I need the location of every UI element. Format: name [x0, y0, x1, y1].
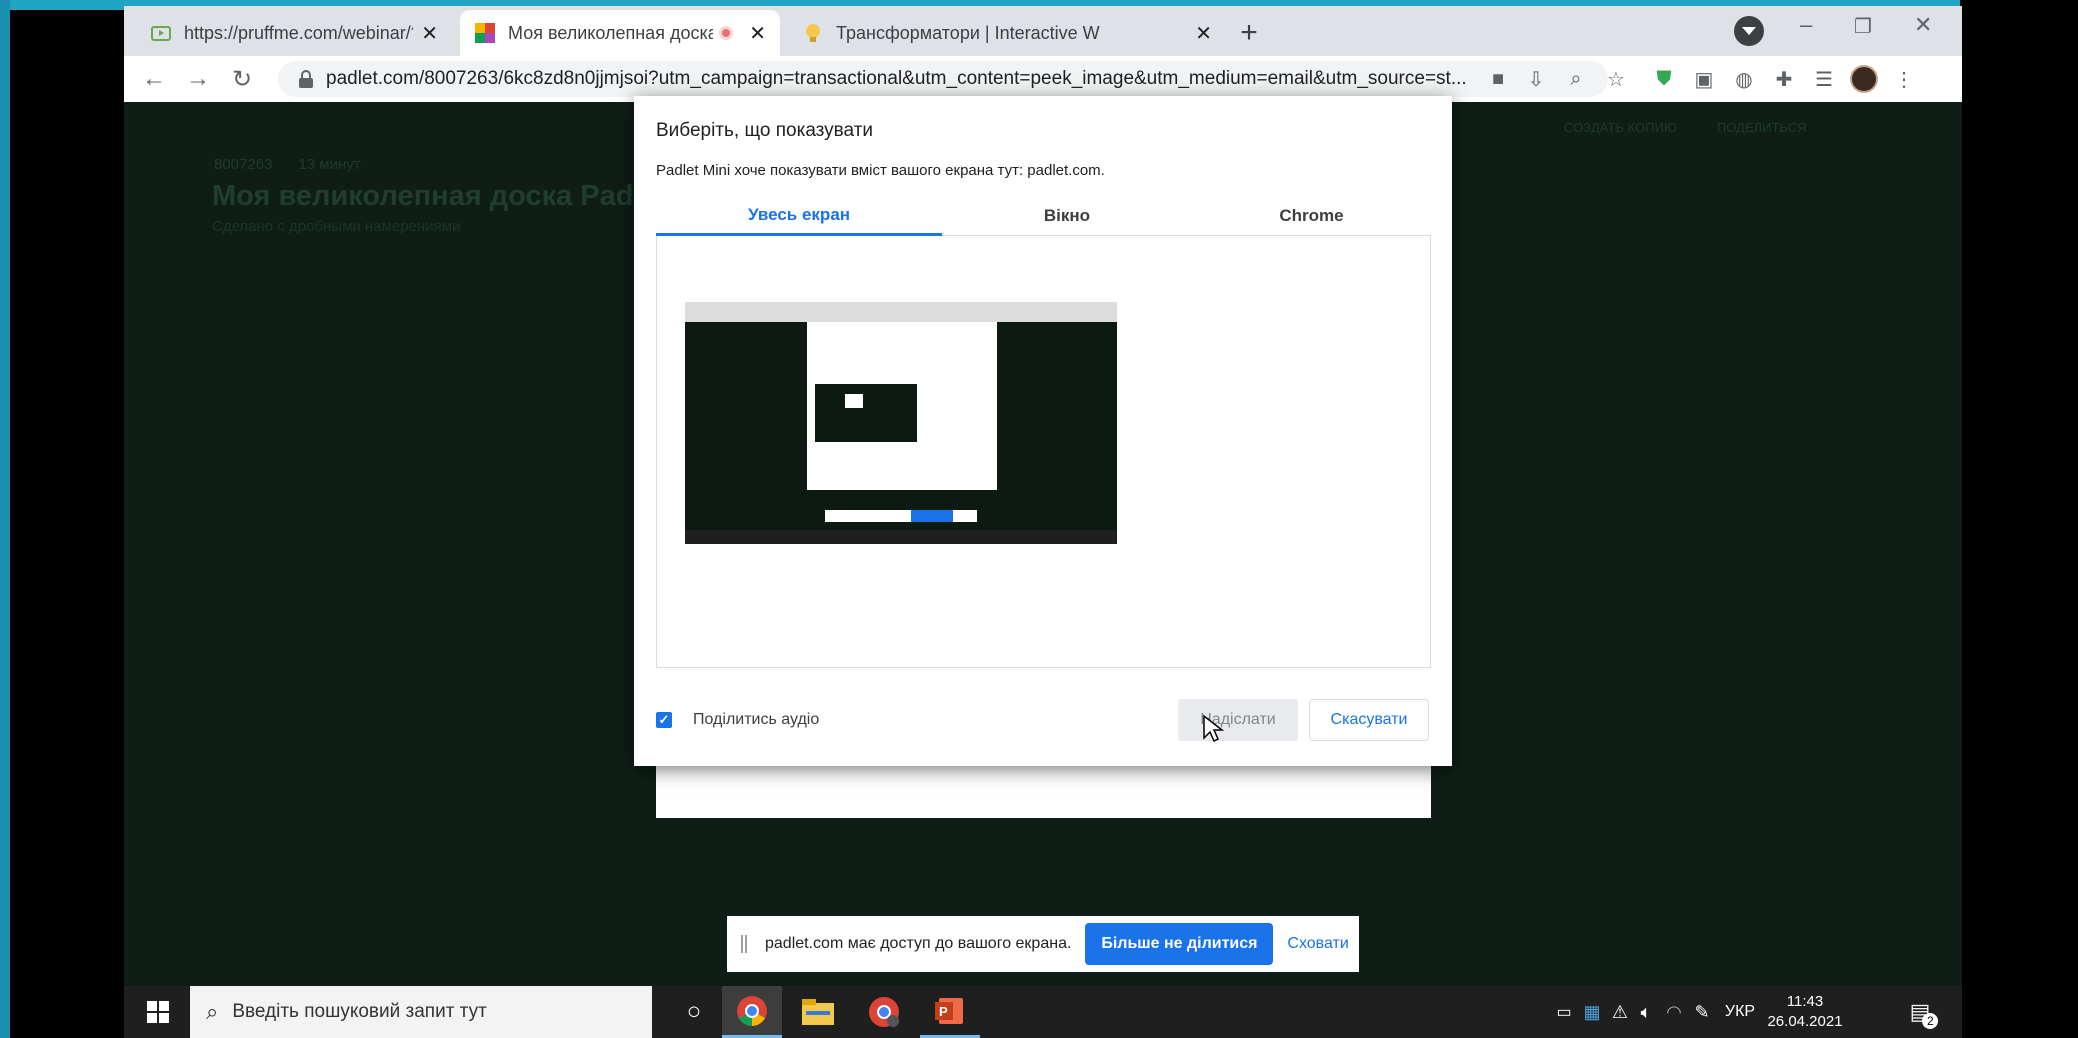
hide-button[interactable]: Сховати	[1287, 935, 1348, 953]
camera-icon[interactable]: ■	[1486, 67, 1510, 91]
search-placeholder: Введіть пошуковий запит тут	[232, 1001, 487, 1022]
share-audio-label: Поділитись аудіо	[693, 711, 820, 728]
preview-area	[656, 236, 1431, 668]
browser-chrome: https://pruffme.com/webinar/?id ✕ Моя ве…	[124, 6, 1962, 102]
windows-start-icon[interactable]	[138, 986, 178, 1038]
tab-title: https://pruffme.com/webinar/?id	[184, 22, 414, 43]
send-button[interactable]: Надіслати	[1178, 699, 1298, 741]
lightbulb-favicon-icon	[806, 24, 820, 42]
webinar-favicon-icon	[151, 26, 171, 41]
screen-share-dialog: Виберіть, що показувати Padlet Mini хоче…	[634, 96, 1452, 766]
stop-sharing-button[interactable]: Більше не ділитися	[1085, 923, 1274, 965]
breadcrumb-user: 8007263	[214, 156, 273, 173]
restore-button[interactable]: ❐	[1854, 14, 1872, 39]
cortana-icon[interactable]: ○	[668, 986, 720, 1038]
tab-window[interactable]: Вікно	[942, 196, 1192, 236]
reload-icon[interactable]: ↻	[224, 61, 260, 97]
clock-date: 26.04.2021	[1767, 1013, 1843, 1030]
forward-icon[interactable]: →	[180, 61, 216, 97]
bookmark-star-icon[interactable]: ☆	[1604, 67, 1628, 91]
dialog-description: Padlet Mini хоче показувати вміст вашого…	[656, 162, 1105, 179]
search-icon: ⌕	[206, 999, 219, 1024]
pen-icon[interactable]: ✎	[1690, 986, 1714, 1038]
screen-thumbnail[interactable]	[685, 302, 1117, 544]
tab-chrome[interactable]: Chrome	[1192, 196, 1431, 236]
tab-pruffme[interactable]: https://pruffme.com/webinar/?id ✕	[136, 10, 452, 56]
back-icon[interactable]: ←	[136, 61, 172, 97]
language-indicator[interactable]: УКР	[1720, 986, 1760, 1038]
copy-action[interactable]: СОЗДАТЬ КОПИЮ	[1564, 120, 1677, 135]
profile-menu-icon[interactable]	[1734, 16, 1764, 46]
frame-right	[1960, 0, 2078, 1038]
url-field[interactable]: padlet.com/8007263/6kc8zd8n0jjmjsoi?utm_…	[278, 61, 1608, 97]
tab-close-icon[interactable]: ✕	[421, 21, 438, 46]
chrome-taskbar-icon[interactable]	[722, 986, 782, 1038]
notification-center-icon[interactable]: ▤ 2	[1900, 986, 1940, 1038]
cancel-button[interactable]: Скасувати	[1309, 699, 1429, 741]
frame-left	[0, 0, 10, 1038]
reading-list-icon[interactable]: ☰	[1812, 67, 1836, 91]
shield-extension-icon[interactable]: ⛊	[1652, 67, 1676, 91]
powerpoint-icon[interactable]: P	[920, 986, 980, 1038]
network-tray-icon[interactable]: ▭	[1552, 986, 1576, 1038]
share-status-text: padlet.com має доступ до вашого екрана.	[765, 935, 1072, 952]
share-action[interactable]: ПОДЕЛИТЬСЯ	[1717, 120, 1806, 135]
tab-padlet[interactable]: Моя великолепная доска Pa ✕	[460, 10, 780, 56]
close-window-button[interactable]: ✕	[1914, 12, 1932, 38]
tab-close-icon[interactable]: ✕	[1195, 21, 1212, 46]
svg-text:P: P	[939, 1004, 948, 1019]
dialog-backdrop-strip	[656, 764, 1431, 818]
clock[interactable]: 11:43 26.04.2021	[1767, 986, 1843, 1038]
drag-handle-icon[interactable]	[741, 935, 747, 953]
wifi-icon[interactable]: ◠	[1662, 986, 1686, 1038]
lock-icon	[299, 70, 313, 88]
warning-tray-icon[interactable]: ⚠	[1608, 986, 1632, 1038]
chrome-alt-icon[interactable]	[854, 986, 914, 1038]
mouse-cursor-icon	[1203, 714, 1224, 743]
zoom-icon[interactable]: ⌕	[1564, 67, 1588, 91]
notification-count: 2	[1922, 1013, 1939, 1029]
share-audio-checkbox[interactable]: ✓	[656, 712, 672, 728]
breadcrumb-time: 13 минут	[298, 156, 361, 173]
extension-icon[interactable]: ▣	[1692, 67, 1716, 91]
volume-icon[interactable]: 🔈︎	[1634, 986, 1658, 1038]
clock-time: 11:43	[1786, 993, 1824, 1010]
taskbar-search[interactable]: ⌕ Введіть пошуковий запит тут	[190, 986, 652, 1038]
avatar[interactable]	[1850, 65, 1878, 93]
minimize-button[interactable]: –	[1800, 12, 1812, 38]
file-explorer-icon[interactable]	[788, 986, 848, 1038]
windows-taskbar: ⌕ Введіть пошуковий запит тут ○ P ▭ ▦ ⚠ …	[124, 986, 1962, 1038]
dialog-title: Виберіть, що показувати	[656, 120, 874, 141]
tab-transformers[interactable]: Трансформатори | Interactive W ✕	[788, 10, 1226, 56]
globe-extension-icon[interactable]: ◍	[1732, 67, 1756, 91]
install-icon[interactable]: ⇩	[1524, 67, 1548, 91]
padlet-title: Моя великолепная доска Padlet	[212, 180, 632, 212]
tab-title: Моя великолепная доска Pa	[508, 22, 714, 43]
tab-entire-screen[interactable]: Увесь екран	[656, 196, 942, 236]
screen-share-bar: padlet.com має доступ до вашого екрана. …	[727, 916, 1359, 972]
padlet-breadcrumb: 8007263 13 минут	[214, 156, 361, 173]
menu-icon[interactable]: ⋮	[1892, 67, 1916, 91]
new-tab-button[interactable]: +	[1232, 16, 1266, 50]
recording-icon	[719, 26, 734, 40]
url-text: padlet.com/8007263/6kc8zd8n0jjmjsoi?utm_…	[326, 68, 1467, 89]
app-tray-icon[interactable]: ▦	[1580, 986, 1604, 1038]
source-tabs: Увесь екран Вікно Chrome	[656, 196, 1431, 236]
padlet-header-actions: СОЗДАТЬ КОПИЮ ПОДЕЛИТЬСЯ	[1564, 120, 1806, 135]
padlet-favicon-icon	[475, 23, 495, 43]
padlet-subtitle: Сделано с дробными намерениями	[212, 218, 461, 235]
tab-close-icon[interactable]: ✕	[749, 21, 766, 46]
puzzle-icon[interactable]: ✚	[1772, 67, 1796, 91]
tab-title: Трансформатори | Interactive W	[836, 22, 1100, 43]
